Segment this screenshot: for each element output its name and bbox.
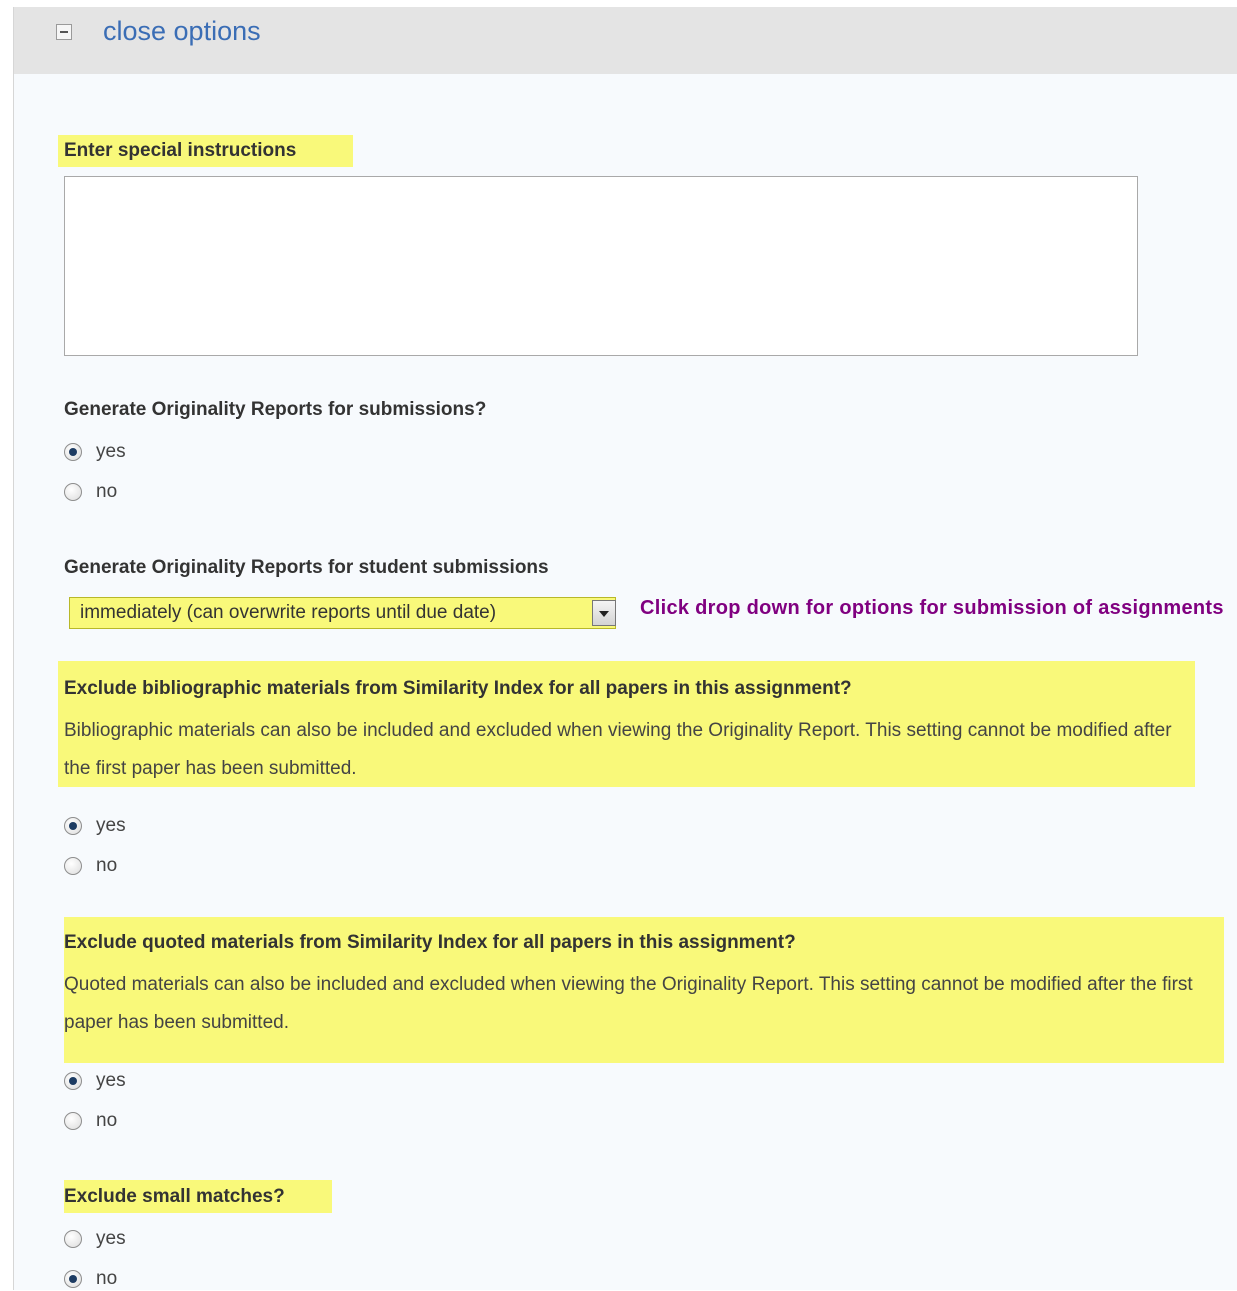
report-timing-selected: immediately (can overwrite reports until… bbox=[80, 602, 497, 623]
small-matches-no-option[interactable]: no bbox=[64, 1267, 117, 1291]
radio-label: yes bbox=[96, 1228, 126, 1249]
special-instructions-label: Enter special instructions bbox=[64, 140, 297, 161]
quoted-no-option[interactable]: no bbox=[64, 1109, 117, 1133]
radio-label: no bbox=[96, 855, 118, 876]
small-matches-yes-radio[interactable] bbox=[64, 1230, 82, 1248]
options-panel: close options Enter special instructions… bbox=[13, 7, 1237, 1290]
radio-label: no bbox=[96, 1110, 118, 1131]
report-timing-label: Generate Originality Reports for student… bbox=[64, 557, 549, 578]
quoted-description: Quoted materials can also be included an… bbox=[64, 974, 1193, 1033]
originality-question: Generate Originality Reports for submiss… bbox=[64, 399, 487, 420]
radio-label: yes bbox=[96, 1070, 126, 1091]
quoted-no-radio[interactable] bbox=[64, 1112, 82, 1130]
options-header: close options bbox=[14, 7, 1237, 74]
radio-label: yes bbox=[96, 441, 126, 462]
quoted-question: Exclude quoted materials from Similarity… bbox=[64, 932, 796, 953]
radio-label: no bbox=[96, 481, 118, 502]
originality-yes-option[interactable]: yes bbox=[64, 440, 126, 464]
bibliographic-no-radio[interactable] bbox=[64, 857, 82, 875]
collapse-icon[interactable] bbox=[56, 24, 72, 40]
originality-no-radio[interactable] bbox=[64, 483, 82, 501]
close-options-link[interactable]: close options bbox=[103, 13, 261, 49]
quoted-yes-option[interactable]: yes bbox=[64, 1069, 126, 1093]
small-matches-question: Exclude small matches? bbox=[64, 1186, 285, 1207]
bibliographic-no-option[interactable]: no bbox=[64, 854, 117, 878]
bibliographic-description: Bibliographic materials can also be incl… bbox=[64, 720, 1172, 779]
bibliographic-question: Exclude bibliographic materials from Sim… bbox=[64, 678, 852, 699]
report-timing-select[interactable]: immediately (can overwrite reports until… bbox=[69, 597, 616, 629]
chevron-down-icon[interactable] bbox=[592, 600, 616, 626]
special-instructions-field[interactable] bbox=[64, 176, 1138, 356]
small-matches-no-radio[interactable] bbox=[64, 1270, 82, 1288]
dropdown-note: Click drop down for options for submissi… bbox=[640, 597, 1224, 619]
quoted-yes-radio[interactable] bbox=[64, 1072, 82, 1090]
bibliographic-yes-option[interactable]: yes bbox=[64, 814, 126, 838]
bibliographic-yes-radio[interactable] bbox=[64, 817, 82, 835]
originality-no-option[interactable]: no bbox=[64, 480, 117, 504]
radio-label: yes bbox=[96, 815, 126, 836]
radio-label: no bbox=[96, 1268, 118, 1289]
originality-yes-radio[interactable] bbox=[64, 443, 82, 461]
small-matches-yes-option[interactable]: yes bbox=[64, 1227, 126, 1251]
